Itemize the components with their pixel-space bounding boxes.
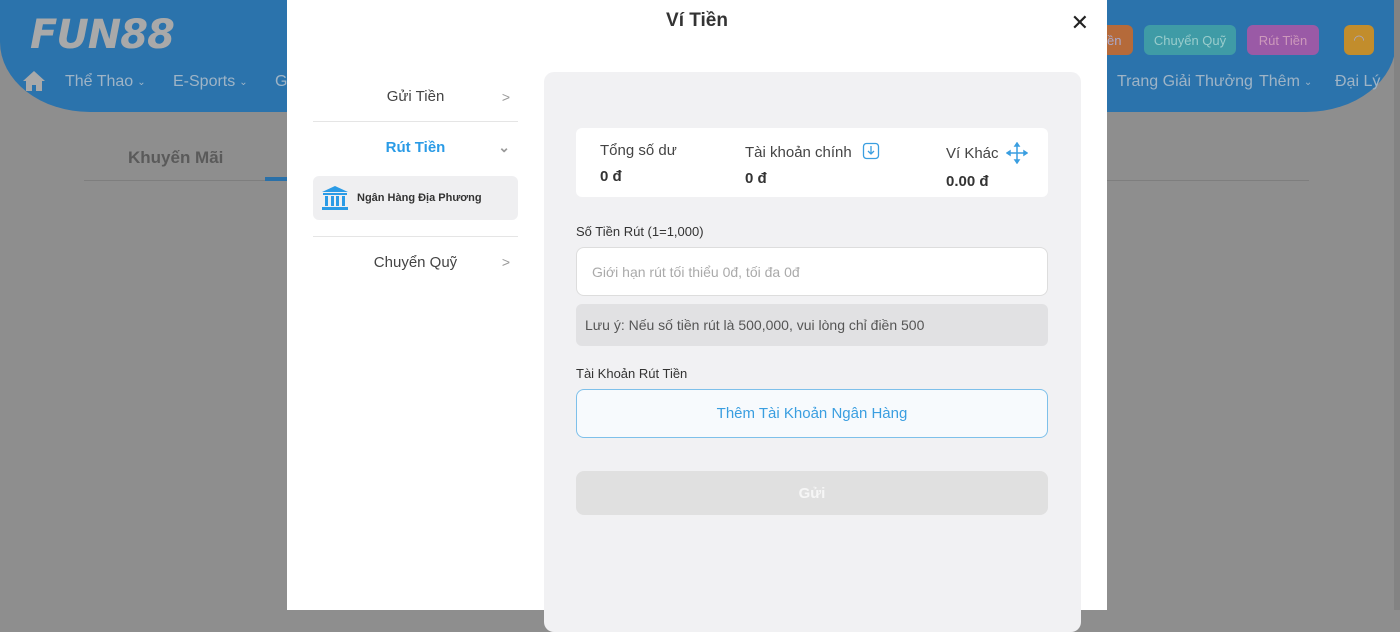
value: 0 đ (600, 168, 622, 185)
label: Tài khoản chính (745, 144, 852, 161)
chevron-down-icon: ⌄ (137, 76, 146, 88)
label: Ví Khác (946, 145, 999, 162)
scrollbar[interactable] (1394, 0, 1400, 610)
nav-label: G (275, 73, 288, 90)
nav-games[interactable]: G (275, 73, 287, 91)
nav-label: Thể Thao (65, 73, 134, 90)
support-headset-icon[interactable]: ◠ (1344, 25, 1374, 55)
sidebar-item-label: Rút Tiền (385, 138, 446, 156)
nav-agent[interactable]: Đại Lý (1335, 73, 1380, 91)
other-wallet-balance: Ví Khác 0.00 đ (946, 141, 1029, 190)
value: 0.00 đ (946, 173, 989, 190)
sidebar-item-deposit[interactable]: Gửi Tiền > (313, 72, 518, 122)
balance-card: Tổng số dư 0 đ Tài khoản chính 0 đ Ví Khá… (576, 128, 1048, 197)
bank-icon (322, 186, 348, 210)
close-icon[interactable]: ✕ (1071, 10, 1089, 36)
home-icon[interactable] (22, 70, 46, 92)
sidebar-item-label: Gửi Tiền (386, 88, 445, 105)
chevron-down-icon: ⌄ (498, 138, 510, 155)
withdraw-button[interactable]: Rút Tiền (1247, 25, 1319, 55)
nav-more[interactable]: Thêm ⌄ (1259, 73, 1312, 91)
chevron-right-icon: > (501, 88, 510, 105)
sidebar-subitem-local-bank[interactable]: Ngân Hàng Địa Phương (313, 176, 518, 220)
nav-rewards[interactable]: Trang Giải Thưởng (1117, 73, 1253, 91)
submit-button[interactable]: Gửi (576, 471, 1048, 515)
amount-label: Số Tiền Rút (1=1,000) (576, 224, 704, 239)
value: 0 đ (745, 170, 767, 187)
nav-label: Trang Giải Thưởng (1117, 73, 1253, 90)
download-icon[interactable] (862, 142, 880, 160)
withdraw-panel: Tổng số dư 0 đ Tài khoản chính 0 đ Ví Khá… (544, 72, 1081, 632)
amount-note: Lưu ý: Nếu số tiền rút là 500,000, vui l… (576, 304, 1048, 346)
nav-label: Thêm (1259, 73, 1300, 90)
account-label: Tài Khoản Rút Tiền (576, 366, 688, 381)
transfer-button[interactable]: Chuyển Quỹ (1144, 25, 1236, 55)
sidebar-item-transfer[interactable]: Chuyển Quỹ > (313, 237, 518, 287)
wallet-sidebar: Gửi Tiền > Rút Tiền ⌄ Ngân Hàng Địa Phương… (313, 72, 518, 287)
sidebar-item-label: Ngân Hàng Địa Phương (357, 192, 482, 204)
nav-label: E-Sports (173, 73, 236, 90)
label: Tổng số dư (600, 142, 677, 159)
chevron-down-icon: ⌄ (1303, 76, 1313, 88)
nav-label: Đại Lý (1335, 73, 1381, 90)
wallet-modal: Ví Tiền ✕ Gửi Tiền > Rút Tiền ⌄ Ngân Hàng … (287, 0, 1107, 632)
total-balance: Tổng số dư 0 đ (600, 142, 677, 185)
sidebar-item-label: Chuyển Quỹ (373, 253, 458, 271)
withdraw-amount-input[interactable] (576, 247, 1048, 296)
logo: FUN88 (30, 12, 175, 58)
main-balance: Tài khoản chính 0 đ (745, 142, 880, 187)
modal-title: Ví Tiền (666, 10, 728, 31)
chevron-down-icon: ⌄ (239, 76, 248, 88)
tab-promotions[interactable]: Khuyến Mãi (128, 148, 223, 168)
chevron-right-icon: > (501, 254, 510, 270)
nav-sports[interactable]: Thể Thao ⌄ (65, 73, 146, 91)
add-bank-account-button[interactable]: Thêm Tài Khoản Ngân Hàng (576, 389, 1048, 438)
sidebar-item-withdraw[interactable]: Rút Tiền ⌄ (313, 122, 518, 172)
nav-esports[interactable]: E-Sports ⌄ (173, 73, 248, 91)
move-arrows-icon[interactable] (1005, 141, 1029, 165)
